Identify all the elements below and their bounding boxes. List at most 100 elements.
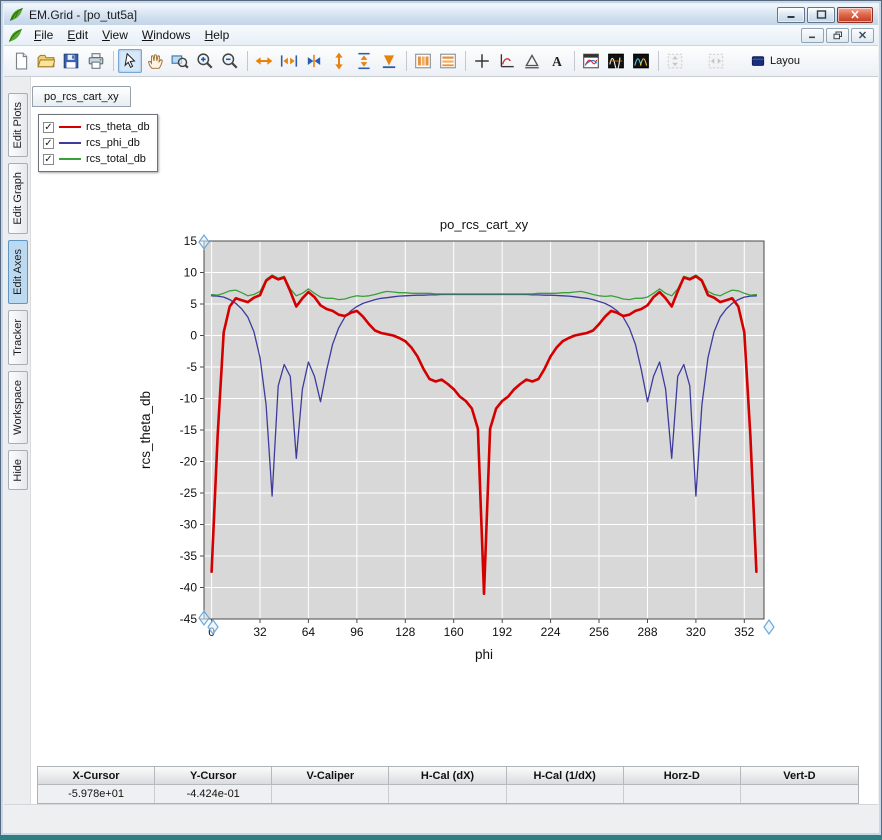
legend-line-sample — [59, 158, 81, 159]
sidebar-tab-edit-graph[interactable]: Edit Graph — [8, 163, 28, 234]
layout-button[interactable]: Layou — [745, 51, 805, 71]
mdi-minimize-button[interactable] — [801, 28, 824, 43]
y-tick-label: -35 — [180, 549, 198, 563]
menu-items: FileEditViewWindowsHelp — [27, 26, 236, 44]
close-button[interactable] — [837, 7, 873, 23]
sidebar-tabs: Edit Plots Edit Graph Edit Axes Tracker Work… — [8, 93, 28, 490]
dark-plot-1-icon — [607, 52, 625, 70]
maximize-icon — [816, 10, 827, 19]
y-tick-label: -5 — [186, 360, 197, 374]
toolbar-separator — [465, 51, 466, 71]
expand-x-button[interactable] — [277, 49, 301, 73]
toolbar-separator — [113, 51, 114, 71]
toolbar-separator — [406, 51, 407, 71]
axes-settings-button[interactable] — [495, 49, 519, 73]
autoscale-button[interactable] — [377, 49, 401, 73]
sidebar-tab-edit-axes[interactable]: Edit Axes — [8, 240, 28, 304]
expand-y-button[interactable] — [352, 49, 376, 73]
document-logo-icon — [8, 28, 23, 43]
x-tick-label: 320 — [686, 625, 706, 639]
x-tick-label: 224 — [541, 625, 561, 639]
open-button[interactable] — [34, 49, 58, 73]
pan-tool-icon — [146, 52, 164, 70]
zoom-out-button[interactable] — [218, 49, 242, 73]
zoom-window-button[interactable] — [168, 49, 192, 73]
y-tick-label: 0 — [190, 329, 197, 343]
pan-tool-button[interactable] — [143, 49, 167, 73]
legend-checkbox[interactable]: ✓ — [43, 138, 54, 149]
minimize-button[interactable] — [777, 7, 805, 23]
status-value-cell — [389, 785, 506, 803]
print-icon — [87, 52, 105, 70]
status-column-header: Horz-D — [624, 767, 741, 785]
document-tab[interactable]: po_rcs_cart_xy — [32, 86, 131, 107]
status-column-header: Y-Cursor — [155, 767, 272, 785]
status-value-row: -5.978e+01-4.424e-01 — [38, 785, 858, 803]
rows-layout-button[interactable] — [436, 49, 460, 73]
mdi-restore-button[interactable] — [826, 28, 849, 43]
caliper-tool-button[interactable] — [520, 49, 544, 73]
sidebar-tab-edit-plots[interactable]: Edit Plots — [8, 93, 28, 157]
fit-y-locked-button[interactable] — [663, 49, 687, 73]
status-value-cell — [272, 785, 389, 803]
title-bar[interactable]: EM.Grid - [po_tut5a] — [4, 4, 878, 25]
sidebar-tab-label: Tracker — [12, 319, 24, 356]
shrink-x-button[interactable] — [302, 49, 326, 73]
menu-windows[interactable]: Windows — [135, 26, 198, 44]
status-header-row: X-CursorY-CursorV-CaliperH-Cal (dX)H-Cal… — [38, 767, 858, 785]
new-document-button[interactable] — [9, 49, 33, 73]
dark-plot-2-button[interactable] — [629, 49, 653, 73]
print-button[interactable] — [84, 49, 108, 73]
y-tick-label: -40 — [180, 581, 198, 595]
maximize-button[interactable] — [807, 7, 835, 23]
menu-edit[interactable]: Edit — [60, 26, 95, 44]
fit-x-button[interactable] — [252, 49, 276, 73]
sidebar-tab-tracker[interactable]: Tracker — [8, 310, 28, 365]
y-tick-label: 10 — [184, 266, 198, 280]
plot-style-button[interactable] — [579, 49, 603, 73]
legend-checkbox[interactable]: ✓ — [43, 122, 54, 133]
svg-text:A: A — [552, 54, 562, 69]
fit-x-locked-button[interactable] — [704, 49, 728, 73]
sidebar-tab-hide[interactable]: Hide — [8, 450, 28, 491]
text-annotation-icon: A — [548, 52, 566, 70]
mdi-close-icon — [858, 31, 867, 39]
expand-y-icon — [355, 52, 373, 70]
zoom-in-button[interactable] — [193, 49, 217, 73]
chart-title: po_rcs_cart_xy — [440, 217, 529, 232]
x-axis-label: phi — [475, 647, 493, 662]
sidebar-tab-label: Edit Graph — [12, 172, 24, 225]
fit-y-button[interactable] — [327, 49, 351, 73]
save-button[interactable] — [59, 49, 83, 73]
fit-x-icon — [255, 52, 273, 70]
toolbar-separator — [658, 51, 659, 71]
axis-handle[interactable] — [764, 620, 774, 634]
legend-checkbox[interactable]: ✓ — [43, 154, 54, 165]
close-icon — [850, 10, 860, 19]
y-tick-label: -10 — [180, 392, 198, 406]
legend-box[interactable]: ✓rcs_theta_db✓rcs_phi_db✓rcs_total_db — [38, 114, 158, 172]
menu-file[interactable]: File — [27, 26, 60, 44]
toolbar-gap — [688, 61, 704, 62]
menu-bar: FileEditViewWindowsHelp — [4, 25, 878, 46]
layout-button-label: Layou — [770, 55, 800, 67]
menu-help[interactable]: Help — [198, 26, 237, 44]
chart-canvas[interactable]: 0326496128160192224256288320352151050-5-… — [131, 206, 811, 676]
fit-x-locked-icon — [707, 52, 725, 70]
mdi-close-button[interactable] — [851, 28, 874, 43]
columns-layout-button[interactable] — [411, 49, 435, 73]
mdi-minimize-icon — [808, 31, 817, 39]
cross-marker-button[interactable] — [470, 49, 494, 73]
legend-item: ✓rcs_theta_db — [43, 119, 150, 135]
select-tool-button[interactable] — [118, 49, 142, 73]
cross-marker-icon — [473, 52, 491, 70]
x-tick-label: 352 — [734, 625, 754, 639]
status-column-header: V-Caliper — [272, 767, 389, 785]
legend-line-sample — [59, 126, 81, 129]
dark-plot-1-button[interactable] — [604, 49, 628, 73]
toolbar-gap — [729, 61, 745, 62]
text-annotation-button[interactable]: A — [545, 49, 569, 73]
sidebar-tab-workspace[interactable]: Workspace — [8, 371, 28, 444]
zoom-window-icon — [171, 52, 189, 70]
menu-view[interactable]: View — [95, 26, 135, 44]
